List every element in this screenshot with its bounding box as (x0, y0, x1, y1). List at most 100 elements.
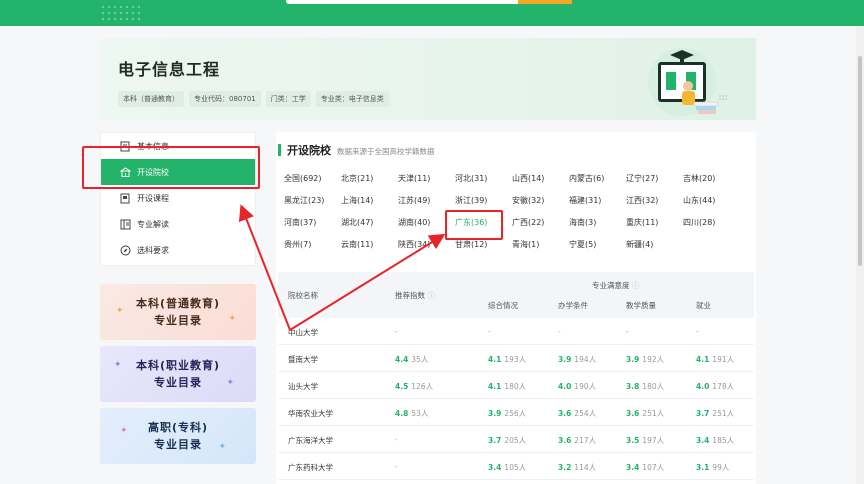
score-value: 3.8 (626, 382, 640, 391)
page-scrollbar[interactable] (856, 26, 864, 484)
cell-school-name[interactable]: 汕头大学 (288, 381, 318, 392)
region-option[interactable]: 广西(22) (512, 214, 569, 231)
promo-undergrad-vocational[interactable]: ✦ ✦ 本科(职业教育) 专业目录 (100, 346, 256, 402)
section-subtitle: 数据来源于全国高校学籍数据 (337, 147, 435, 156)
region-option[interactable]: 湖北(47) (341, 214, 398, 231)
col-employment: 就业 (696, 301, 711, 310)
cell-school-name[interactable]: 广东药科大学 (288, 462, 333, 473)
course-icon (119, 192, 131, 204)
rater-count: 217人 (574, 436, 597, 445)
region-option[interactable]: 山东(44) (683, 192, 740, 209)
cell-school-name[interactable]: 中山大学 (288, 327, 318, 338)
cell-quality: 3.4 107人 (626, 462, 664, 473)
help-icon[interactable]: ⓘ (427, 291, 435, 300)
table-row[interactable]: 华南农业大学 4.8 53人 3.9 256人 3.6 254人 3.6 251人 3.7 251人 (278, 399, 754, 426)
region-option[interactable]: 天津(11) (398, 170, 455, 187)
region-option[interactable]: 甘肃(12) (455, 236, 512, 253)
graduate-illustration (648, 48, 727, 116)
score-value: - (558, 327, 561, 336)
rater-count: 251人 (642, 409, 665, 418)
rater-count: 194人 (574, 355, 597, 364)
region-option[interactable]: 青海(1) (512, 236, 569, 253)
region-option[interactable]: 陕西(34) (398, 236, 455, 253)
region-option[interactable]: 安徽(32) (512, 192, 569, 209)
rater-count: 185人 (712, 436, 735, 445)
col-overall: 综合情况 (488, 301, 518, 310)
cell-recommend-index: 4.4 35人 (395, 354, 428, 365)
region-option[interactable]: 湖南(40) (398, 214, 455, 231)
region-option[interactable]: 广东(36) (455, 214, 512, 231)
score-value: 3.9 (626, 355, 640, 364)
table-row[interactable]: 汕头大学 4.5 126人 4.1 180人 4.0 190人 3.8 180人 4.0 178人 (278, 372, 754, 399)
major-header-card: 电子信息工程 本科（普通教育） 专业代码：080701 门类：工学 专业类：电子… (100, 38, 756, 120)
region-option[interactable]: 全国(692) (284, 170, 341, 187)
cell-conditions: 3.6 217人 (558, 435, 596, 446)
nav-item-basic-info[interactable]: 基本信息 (101, 133, 255, 159)
region-option[interactable]: 浙江(39) (455, 192, 512, 209)
search-button[interactable] (518, 0, 572, 4)
region-option[interactable]: 四川(28) (683, 214, 740, 231)
score-value: - (395, 327, 398, 336)
nav-item-courses[interactable]: 开设课程 (101, 185, 255, 211)
region-option[interactable]: 山西(14) (512, 170, 569, 187)
rater-count: 190人 (574, 382, 597, 391)
region-option[interactable]: 重庆(11) (626, 214, 683, 231)
major-title: 电子信息工程 (118, 60, 221, 79)
cell-employment: 3.1 99人 (696, 462, 729, 473)
help-icon[interactable]: ⓘ (632, 281, 640, 290)
region-option[interactable]: 云南(11) (341, 236, 398, 253)
score-value: 4.1 (488, 382, 502, 391)
rater-count: 126人 (411, 382, 434, 391)
promo-line1: 高职(专科) (147, 421, 209, 434)
region-option[interactable]: 内蒙古(6) (569, 170, 626, 187)
cell-recommend-index: 4.5 126人 (395, 381, 433, 392)
promo-higher-vocational[interactable]: ✦ ✦ 高职(专科) 专业目录 (100, 408, 256, 464)
table-row[interactable]: 暨南大学 4.4 35人 4.1 193人 3.9 194人 3.9 192人 4.1 191人 (278, 345, 754, 372)
rater-count: 53人 (411, 409, 429, 418)
cell-school-name[interactable]: 华南农业大学 (288, 408, 333, 419)
region-option[interactable]: 吉林(20) (683, 170, 740, 187)
region-option[interactable]: 宁夏(5) (569, 236, 626, 253)
region-option[interactable]: 新疆(4) (626, 236, 683, 253)
score-value: 3.2 (558, 463, 572, 472)
nav-item-interpretation[interactable]: 专业解读 (101, 211, 255, 237)
nav-item-subject-requirements[interactable]: 选科要求 (101, 237, 255, 263)
rater-count: 193人 (504, 355, 527, 364)
promo-line2: 专业目录 (154, 438, 202, 451)
nav-item-schools[interactable]: 开设院校 (101, 159, 255, 185)
left-nav: 基本信息 开设院校 开设课程 专业解读 选科要求 (100, 132, 256, 266)
region-option[interactable]: 江苏(49) (398, 192, 455, 209)
score-value: 3.6 (558, 409, 572, 418)
score-value: 3.4 (626, 463, 640, 472)
rater-count: 107人 (642, 463, 665, 472)
region-option[interactable]: 福建(31) (569, 192, 626, 209)
cell-school-name[interactable]: 暨南大学 (288, 354, 318, 365)
table-row[interactable]: 广东海洋大学 - 3.7 205人 3.6 217人 3.5 197人 3.4 185人 (278, 426, 754, 453)
region-option[interactable]: 上海(14) (341, 192, 398, 209)
table-row[interactable]: 中山大学 - - - - - (278, 318, 754, 345)
scrollbar-thumb[interactable] (858, 56, 862, 266)
nav-item-label: 专业解读 (137, 219, 169, 229)
region-option[interactable]: 黑龙江(23) (284, 192, 341, 209)
cell-conditions: 3.2 114人 (558, 462, 596, 473)
section-title: 开设院校 (287, 144, 331, 157)
region-option[interactable]: 江西(32) (626, 192, 683, 209)
tag-class: 专业类：电子信息类 (315, 91, 389, 107)
sparkle-icon: ✦ (226, 378, 234, 388)
table-row[interactable]: 广东药科大学 -3.4 105人 3.2 114人 3.4 107人 3.1 99人 (278, 453, 754, 480)
promo-line2: 专业目录 (154, 314, 202, 327)
region-option[interactable]: 贵州(7) (284, 236, 341, 253)
region-option[interactable]: 河南(37) (284, 214, 341, 231)
region-option[interactable]: 河北(31) (455, 170, 512, 187)
region-option[interactable]: 北京(21) (341, 170, 398, 187)
promo-line1: 本科(普通教育) (135, 297, 221, 310)
tag-category: 门类：工学 (265, 91, 311, 107)
section-accent-bar (278, 144, 281, 156)
cell-employment: - (696, 327, 699, 336)
rater-count: 191人 (712, 355, 735, 364)
region-option[interactable]: 辽宁(27) (626, 170, 683, 187)
cell-quality: 3.5 197人 (626, 435, 664, 446)
promo-undergrad-general[interactable]: ✦ ✦ 本科(普通教育) 专业目录 (100, 284, 256, 340)
region-option[interactable]: 海南(3) (569, 214, 626, 231)
cell-school-name[interactable]: 广东海洋大学 (288, 435, 333, 446)
